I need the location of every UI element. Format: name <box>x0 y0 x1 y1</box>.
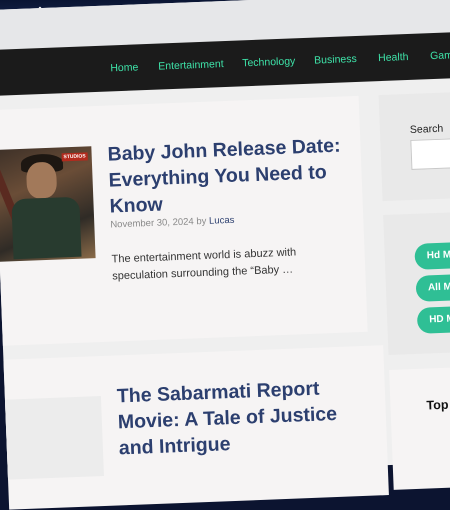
browser-viewport: Home Entertainment Technology Business H… <box>0 0 450 510</box>
post-author[interactable]: Lucas <box>209 215 235 227</box>
tag-pill[interactable]: HD Mo <box>416 304 450 334</box>
thumbnail-body <box>11 196 82 260</box>
top-picks-widget: Top pi <box>389 365 450 490</box>
post-card: The Sabarmati Report Movie: A Tale of Ju… <box>3 345 389 510</box>
thumbnail-badge: STUDIOS <box>61 152 88 162</box>
nav-health[interactable]: Health <box>378 51 409 64</box>
search-widget: Search <box>378 90 450 202</box>
tag-pill[interactable]: Hd Mo <box>414 240 450 270</box>
tags-widget: Hd Mo All Mo HD Mo <box>383 210 450 355</box>
top-picks-heading: Top pi <box>426 397 450 413</box>
search-input[interactable] <box>410 136 450 170</box>
nav-home[interactable]: Home <box>110 61 138 74</box>
post-thumbnail[interactable]: STUDIOS <box>0 146 96 262</box>
nav-games[interactable]: Games <box>430 49 450 62</box>
post-card: STUDIOS Baby John Release Date: Everythi… <box>0 95 368 346</box>
post-by: by <box>196 215 207 228</box>
post-title[interactable]: Baby John Release Date: Everything You N… <box>107 132 350 219</box>
thumbnail-face <box>25 161 58 199</box>
nav-business[interactable]: Business <box>314 53 357 67</box>
search-label: Search <box>409 122 444 136</box>
nav-entertainment[interactable]: Entertainment <box>158 58 224 73</box>
post-date[interactable]: November 30, 2024 <box>110 216 194 230</box>
nav-technology[interactable]: Technology <box>242 55 296 69</box>
post-excerpt: The entertainment world is abuzz with sp… <box>111 246 297 283</box>
tag-pill[interactable]: All Mo <box>415 272 450 302</box>
post-thumbnail[interactable] <box>4 396 104 480</box>
post-title[interactable]: The Sabarmati Report Movie: A Tale of Ju… <box>116 374 359 461</box>
